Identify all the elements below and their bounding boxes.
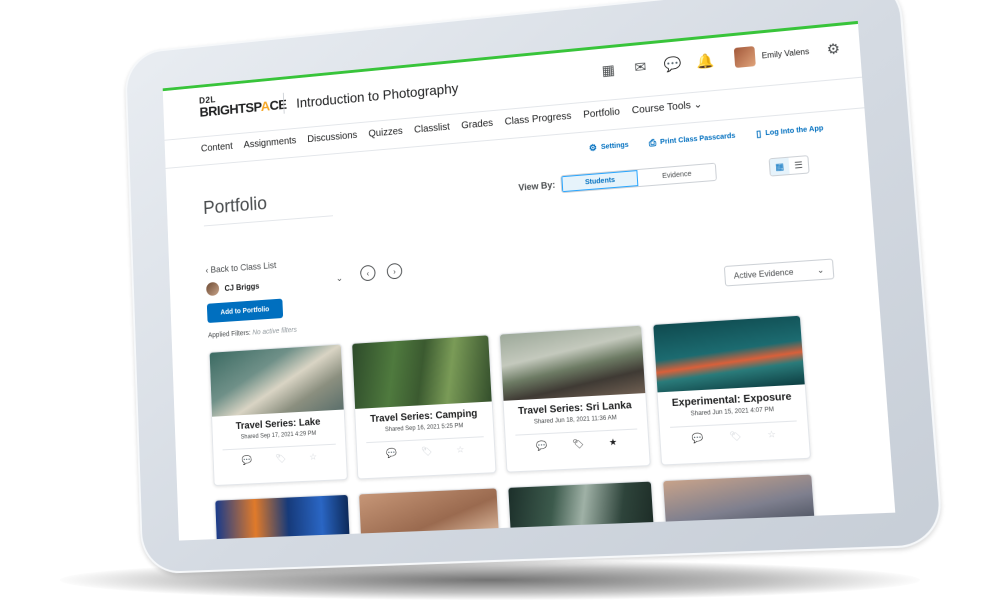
student-pager: ‹ ›: [359, 262, 403, 282]
nav-classlist[interactable]: Classlist: [414, 122, 450, 136]
evidence-card[interactable]: Experimental: Exposure Shared Jun 15, 20…: [652, 314, 812, 466]
user-menu[interactable]: Emily Valens: [734, 41, 810, 68]
course-title[interactable]: Introduction to Photography: [296, 80, 459, 111]
student-avatar: [206, 281, 220, 297]
nav-portfolio[interactable]: Portfolio: [583, 107, 620, 121]
applied-filters: Applied Filters: No active filters: [208, 327, 297, 340]
comment-icon[interactable]: 💬: [386, 448, 397, 460]
comment-icon[interactable]: 💬: [692, 432, 704, 444]
evidence-grid: Travel Series: Lake Shared Sep 17, 2021 …: [208, 312, 852, 487]
chevron-left-icon: ‹: [205, 265, 209, 276]
evidence-card[interactable]: Travel Series: Camping Shared Sep 16, 20…: [351, 334, 497, 480]
student-selector[interactable]: CJ Briggs: [206, 279, 260, 297]
star-icon[interactable]: ★: [609, 437, 618, 449]
evidence-card[interactable]: Travel Series: Lake Shared Sep 17, 2021 …: [208, 343, 348, 487]
evidence-thumbnail[interactable]: [359, 488, 501, 541]
evidence-thumbnail[interactable]: [352, 335, 492, 409]
nav-course-tools-label: Course Tools: [631, 100, 692, 117]
evidence-thumbnail[interactable]: [653, 315, 805, 393]
nav-course-tools[interactable]: Course Tools ⌄: [632, 99, 703, 116]
filters-label: Applied Filters:: [207, 329, 251, 340]
page-title: Portfolio: [202, 193, 268, 219]
back-to-class-list-link[interactable]: ‹ Back to Class List: [205, 260, 276, 275]
add-to-portfolio-button[interactable]: Add to Portfolio: [206, 298, 284, 324]
view-students-button[interactable]: Students: [561, 170, 639, 193]
printer-icon: ⎙: [648, 137, 657, 149]
tag-icon[interactable]: 🏷: [421, 446, 433, 458]
evidence-thumbnail[interactable]: [663, 474, 818, 541]
chevron-down-icon: ⌄: [816, 264, 825, 275]
evidence-thumbnail[interactable]: [209, 344, 344, 417]
avatar: [734, 46, 757, 68]
evidence-card[interactable]: [358, 487, 502, 541]
update-alerts-bell-icon[interactable]: 🔔: [695, 51, 715, 71]
star-icon[interactable]: ☆: [767, 429, 776, 441]
comment-icon[interactable]: 💬: [536, 440, 548, 452]
evidence-card[interactable]: [662, 473, 819, 541]
evidence-thumbnail[interactable]: [215, 494, 352, 541]
brightspace-logo[interactable]: D2L BRIGHTSPACE: [199, 89, 287, 120]
evidence-thumbnail[interactable]: [499, 325, 646, 401]
chevron-down-icon: ⌄: [693, 99, 703, 111]
subscription-alerts-icon[interactable]: 💬: [663, 54, 682, 74]
view-by-label: View By:: [518, 179, 556, 193]
tablet-frame: D2L BRIGHTSPACE Introduction to Photogra…: [124, 0, 945, 575]
message-alerts-icon[interactable]: ✉: [631, 57, 650, 77]
list-view-icon[interactable]: ☰: [788, 156, 808, 174]
nav-discussions[interactable]: Discussions: [307, 130, 357, 145]
nav-assignments[interactable]: Assignments: [243, 136, 296, 151]
settings-label: Settings: [600, 141, 629, 152]
course-selector-grid-icon[interactable]: ▦: [599, 60, 618, 79]
tag-icon[interactable]: 🏷: [572, 438, 584, 450]
evidence-card[interactable]: [214, 493, 353, 541]
gear-icon: ⚙: [588, 142, 598, 154]
nav-content[interactable]: Content: [201, 141, 233, 154]
nav-grades[interactable]: Grades: [461, 118, 493, 132]
nav-quizzes[interactable]: Quizzes: [368, 126, 403, 140]
student-name: CJ Briggs: [224, 281, 260, 293]
view-by-toggle: Students Evidence: [560, 162, 718, 194]
active-evidence-select[interactable]: Active Evidence ⌄: [723, 258, 835, 287]
filters-value: No active filters: [252, 326, 298, 337]
student-dropdown-chevron-icon[interactable]: ⌄: [336, 273, 344, 284]
star-icon[interactable]: ☆: [309, 452, 317, 463]
next-student-icon[interactable]: ›: [386, 262, 403, 280]
evidence-card[interactable]: [507, 480, 658, 541]
evidence-card[interactable]: Travel Series: Sri Lanka Shared Jun 18, …: [498, 324, 651, 473]
user-name: Emily Valens: [761, 46, 810, 60]
comment-icon[interactable]: 💬: [242, 455, 253, 466]
phone-icon: ▯: [755, 128, 762, 139]
screen: D2L BRIGHTSPACE Introduction to Photogra…: [162, 20, 896, 541]
settings-link[interactable]: ⚙ Settings: [589, 140, 629, 154]
evidence-grid-row-2: [214, 472, 859, 541]
layout-toggle: ▦ ☰: [768, 155, 810, 177]
nav-class-progress[interactable]: Class Progress: [504, 111, 571, 128]
app-label: Log Into the App: [765, 125, 824, 138]
back-label: Back to Class List: [210, 260, 277, 275]
evidence-thumbnail[interactable]: [508, 481, 657, 541]
header-icons: ▦ ✉ 💬 🔔 Emily Valens ⚙: [599, 38, 844, 81]
star-icon[interactable]: ☆: [456, 444, 464, 455]
previous-student-icon[interactable]: ‹: [359, 264, 376, 282]
tag-icon[interactable]: 🏷: [275, 453, 286, 464]
log-into-app-link[interactable]: ▯ Log Into the App: [756, 123, 824, 140]
settings-gear-icon[interactable]: ⚙: [823, 39, 843, 59]
active-evidence-label: Active Evidence: [733, 266, 794, 281]
view-evidence-button[interactable]: Evidence: [637, 163, 717, 187]
print-label: Print Class Passcards: [659, 132, 736, 147]
view-by: View By: Students Evidence: [518, 162, 718, 197]
tag-icon[interactable]: 🏷: [729, 431, 742, 443]
print-passcards-link[interactable]: ⎙ Print Class Passcards: [648, 131, 735, 149]
grid-view-icon[interactable]: ▦: [769, 157, 790, 176]
